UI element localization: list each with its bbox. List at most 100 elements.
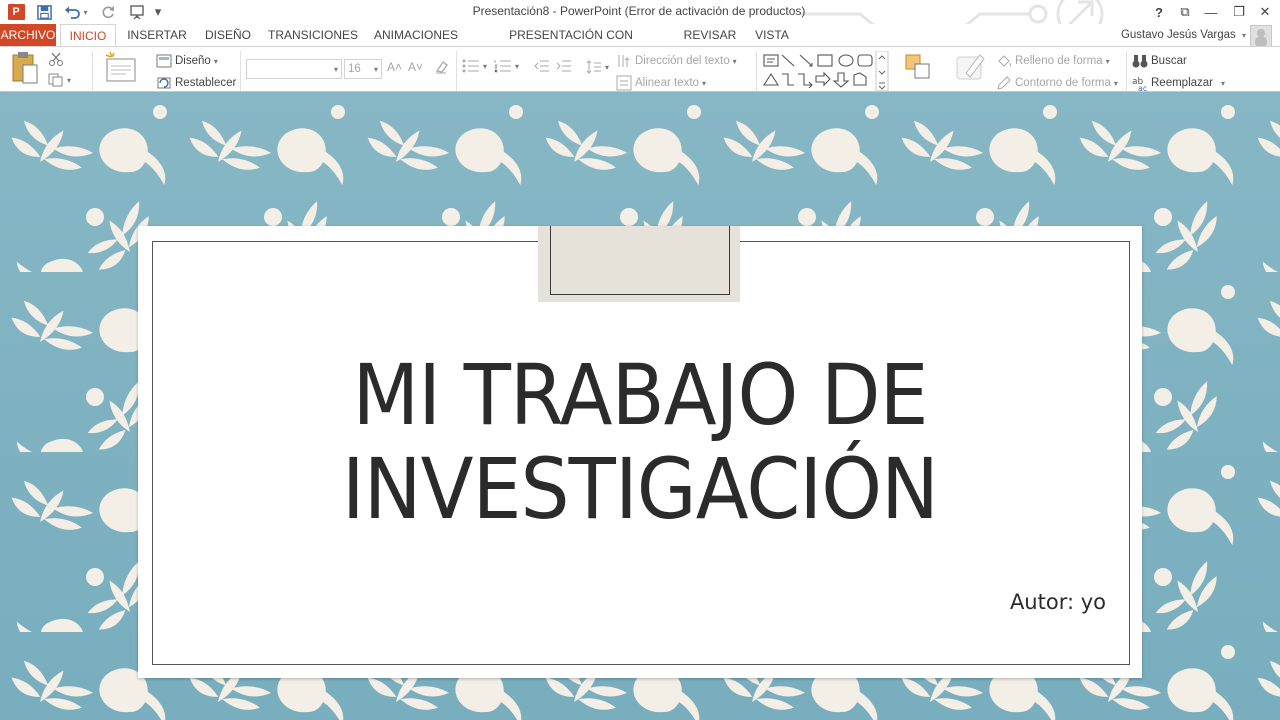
align-text-caret: ▾ <box>701 78 706 88</box>
line-spacing-icon <box>586 60 601 74</box>
align-text-icon <box>616 75 632 91</box>
tab-inicio[interactable]: INICIO <box>60 24 116 47</box>
ribbon-home: ▾ Diseño ▾ Restablecer ▾ 16 ▾ A˄ A˅ ▾ ▾ … <box>0 46 1280 92</box>
text-direction-label: Dirección del texto <box>635 55 730 67</box>
shape-outline-button[interactable]: Contorno de forma ▾ <box>996 75 1118 91</box>
reset-button[interactable]: Restablecer <box>156 75 236 91</box>
clipboard-icon <box>12 52 38 84</box>
pencil-icon <box>997 76 1011 90</box>
scissors-icon <box>49 52 63 66</box>
grow-font-button[interactable]: A˄ <box>387 60 402 74</box>
shape-fill-caret: ▾ <box>1105 56 1110 66</box>
user-caret: ▾ <box>1241 31 1246 40</box>
align-text-label: Alinear texto <box>635 77 699 89</box>
ribbon-divider <box>1126 51 1127 91</box>
line-spacing-caret: ▾ <box>605 62 610 72</box>
increase-indent-icon <box>556 60 571 72</box>
shrink-font-button[interactable]: A˅ <box>408 60 423 74</box>
find-button[interactable]: Buscar <box>1132 53 1187 69</box>
cut-button[interactable] <box>48 51 64 67</box>
numbering-caret: ▾ <box>515 61 520 71</box>
font-name-caret[interactable]: ▾ <box>334 65 338 74</box>
slide-canvas[interactable]: MI TRABAJO DE INVESTIGACIÓN Autor: yo <box>0 92 1280 720</box>
find-label: Buscar <box>1151 55 1187 67</box>
minimize-button[interactable]: — <box>1198 2 1224 22</box>
reset-label: Restablecer <box>175 77 237 89</box>
font-size-value: 16 <box>348 63 361 75</box>
reset-icon <box>157 77 171 89</box>
quick-styles-button[interactable] <box>954 51 986 83</box>
replace-icon: ab ac <box>1132 77 1147 91</box>
shape-outline-caret: ▾ <box>1113 78 1118 88</box>
arrange-icon <box>905 54 930 79</box>
avatar[interactable] <box>1250 25 1272 47</box>
tab-diseno[interactable]: DISEÑO <box>198 24 258 46</box>
font-size-combobox[interactable]: 16 ▾ <box>344 59 382 79</box>
shape-fill-label: Relleno de forma <box>1015 55 1103 67</box>
numbering-button[interactable]: ▾ <box>494 59 519 73</box>
window-title: Presentación8 - PowerPoint (Error de act… <box>472 4 806 18</box>
ribbon-display-options-button[interactable]: ⧉ <box>1172 2 1198 22</box>
eraser-icon <box>435 61 448 74</box>
title-bar: P ▾ ▾ Presentación8 - PowerPoint (Error … <box>0 0 1280 43</box>
slide-title-placeholder[interactable]: MI TRABAJO DE INVESTIGACIÓN <box>215 348 1065 536</box>
copy-button[interactable]: ▾ <box>48 73 71 87</box>
binoculars-icon <box>1132 55 1148 68</box>
ribbon-divider <box>756 51 757 91</box>
layout-icon <box>156 54 172 68</box>
text-direction-icon <box>618 55 630 67</box>
decrease-indent-button[interactable] <box>534 59 550 73</box>
svg-text:ac: ac <box>1138 84 1147 91</box>
replace-label: Reemplazar <box>1151 77 1213 89</box>
tab-revisar[interactable]: REVISAR <box>678 24 742 46</box>
text-direction-caret: ▾ <box>732 56 737 66</box>
line-spacing-button[interactable]: ▾ <box>586 59 609 75</box>
user-account-name[interactable]: Gustavo Jesús Vargas ▾ <box>1110 24 1246 46</box>
bullets-caret: ▾ <box>483 61 488 71</box>
shapes-gallery-icons <box>762 51 889 91</box>
bullets-button[interactable]: ▾ <box>462 59 487 73</box>
close-button[interactable]: ✕ <box>1252 2 1278 22</box>
ribbon-divider <box>456 51 457 91</box>
paste-button[interactable] <box>10 51 40 85</box>
slide-subtitle-placeholder[interactable]: Autor: yo <box>898 590 1106 614</box>
ribbon-divider <box>92 51 93 91</box>
bullets-icon <box>462 59 479 73</box>
text-direction-button[interactable]: Dirección del texto ▾ <box>616 53 737 69</box>
layout-label: Diseño <box>175 55 211 67</box>
decrease-indent-icon <box>534 60 549 72</box>
help-button[interactable]: ? <box>1146 2 1172 22</box>
tab-transiciones[interactable]: TRANSICIONES <box>266 24 360 46</box>
align-text-button[interactable]: Alinear texto ▾ <box>616 75 706 91</box>
replace-caret: ▾ <box>1221 78 1226 88</box>
font-size-caret[interactable]: ▾ <box>374 65 378 74</box>
quick-styles-icon <box>956 54 985 80</box>
ribbon-tabs: ARCHIVO INICIO INSERTAR DISEÑO TRANSICIO… <box>0 24 1280 64</box>
slide-title-line-2: INVESTIGACIÓN <box>341 440 939 538</box>
tab-insertar[interactable]: INSERTAR <box>124 24 190 46</box>
shape-outline-label: Contorno de forma <box>1015 77 1111 89</box>
copy-icon <box>48 73 63 87</box>
layout-button[interactable]: Diseño ▾ <box>156 53 218 69</box>
user-name-text: Gustavo Jesús Vargas <box>1120 29 1236 41</box>
restore-button[interactable]: ❐ <box>1226 2 1252 22</box>
tab-vista[interactable]: VISTA <box>750 24 794 46</box>
numbering-icon <box>494 60 511 73</box>
tab-archivo[interactable]: ARCHIVO <box>0 24 56 46</box>
shape-fill-button[interactable]: Relleno de forma ▾ <box>996 53 1110 69</box>
new-slide-icon <box>105 51 136 82</box>
tab-animaciones[interactable]: ANIMACIONES <box>368 24 464 46</box>
shapes-gallery[interactable] <box>762 51 890 91</box>
copy-caret[interactable]: ▾ <box>67 76 71 85</box>
paint-bucket-icon <box>998 55 1011 67</box>
slide-title-card: MI TRABAJO DE INVESTIGACIÓN Autor: yo <box>138 226 1142 678</box>
ribbon-divider <box>240 51 241 91</box>
arrange-button[interactable] <box>904 53 932 81</box>
replace-button[interactable]: ab ac Reemplazar ▾ <box>1132 75 1225 91</box>
slide-title-line-1: MI TRABAJO DE <box>352 346 928 444</box>
increase-indent-button[interactable] <box>556 59 572 73</box>
new-slide-button[interactable] <box>104 51 138 83</box>
clear-formatting-button[interactable] <box>434 59 450 75</box>
font-name-combobox[interactable]: ▾ <box>246 59 342 79</box>
tab-presentacion[interactable]: PRESENTACIÓN CON DIAPOSITIVAS <box>472 24 670 64</box>
